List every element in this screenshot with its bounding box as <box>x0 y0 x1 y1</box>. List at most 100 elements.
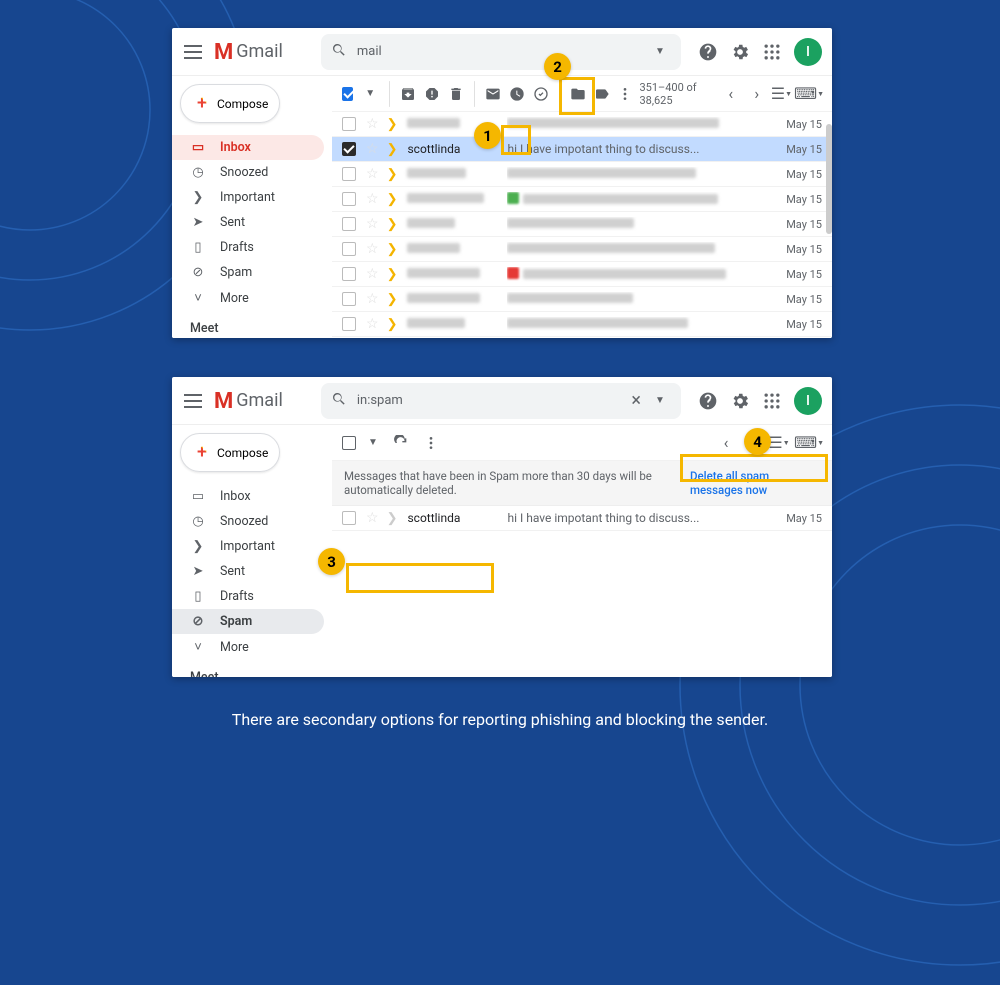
row-checkbox[interactable] <box>342 217 356 231</box>
sidebar: +Compose ▭Inbox◷Snoozed❯Important➤Sent▯D… <box>172 76 332 338</box>
sidebar-item-snoozed[interactable]: ◷Snoozed <box>172 509 324 534</box>
sidebar-item-inbox[interactable]: ▭Inbox <box>172 135 324 160</box>
row-checkbox[interactable] <box>342 192 356 206</box>
mail-row[interactable]: ☆❯May 15 <box>332 162 832 187</box>
mail-row[interactable]: ☆❯May 15 <box>332 212 832 237</box>
compose-button[interactable]: +Compose <box>180 433 280 472</box>
delete-icon[interactable] <box>446 81 466 107</box>
star-icon[interactable]: ☆ <box>366 141 379 157</box>
important-icon[interactable]: ❯ <box>387 142 398 157</box>
row-checkbox[interactable] <box>342 267 356 281</box>
avatar[interactable]: I <box>794 387 822 415</box>
star-icon[interactable]: ☆ <box>366 291 379 307</box>
refresh-icon[interactable] <box>388 430 414 456</box>
search-bar[interactable]: × ▼ <box>321 383 681 419</box>
input-tools-icon[interactable]: ⌨▼ <box>796 81 822 107</box>
mail-row[interactable]: ☆❯scottlindahi I have impotant thing to … <box>332 506 832 531</box>
mail-row[interactable]: ☆❯scottlindahi I have impotant thing to … <box>332 137 832 162</box>
sidebar-item-more[interactable]: ˅More <box>172 634 324 660</box>
apps-icon[interactable] <box>762 42 782 62</box>
snooze-icon[interactable] <box>507 81 527 107</box>
important-icon[interactable]: ❯ <box>387 267 398 282</box>
split-pane-icon[interactable]: ☰▼ <box>771 81 792 107</box>
row-checkbox[interactable] <box>342 142 356 156</box>
more-icon[interactable] <box>418 430 444 456</box>
compose-button[interactable]: +Compose <box>180 84 280 123</box>
row-checkbox[interactable] <box>342 167 356 181</box>
labels-icon[interactable] <box>592 81 612 107</box>
important-icon[interactable]: ❯ <box>387 167 398 182</box>
sidebar-item-drafts[interactable]: ▯Drafts <box>172 235 324 260</box>
prev-page-icon[interactable]: ‹ <box>721 84 741 104</box>
mark-unread-icon[interactable] <box>483 81 503 107</box>
menu-icon[interactable] <box>184 394 204 408</box>
avatar[interactable]: I <box>794 38 822 66</box>
star-icon[interactable]: ☆ <box>366 241 379 257</box>
row-checkbox[interactable] <box>342 317 356 331</box>
star-icon[interactable]: ☆ <box>366 510 379 526</box>
input-tools-icon[interactable]: ⌨▼ <box>796 430 822 456</box>
important-icon[interactable]: ❯ <box>387 217 398 232</box>
add-task-icon[interactable] <box>531 81 551 107</box>
select-all-checkbox[interactable] <box>342 87 353 101</box>
sidebar-item-spam[interactable]: ⊘Spam <box>172 609 324 634</box>
sidebar-item-drafts[interactable]: ▯Drafts <box>172 584 324 609</box>
row-checkbox[interactable] <box>342 292 356 306</box>
settings-icon[interactable] <box>730 42 750 62</box>
settings-icon[interactable] <box>730 391 750 411</box>
important-icon[interactable]: ❯ <box>387 292 398 307</box>
search-options-icon[interactable]: ▼ <box>649 395 671 406</box>
mail-row[interactable]: ☆ ❯ May 15 <box>332 237 832 262</box>
star-icon[interactable]: ☆ <box>366 166 379 182</box>
mail-row[interactable]: ☆❯May 15 <box>332 287 832 312</box>
sidebar-item-important[interactable]: ❯Important <box>172 534 324 559</box>
help-icon[interactable] <box>698 391 718 411</box>
star-icon[interactable]: ☆ <box>366 191 379 207</box>
mail-row[interactable]: ☆❯May 15 <box>332 312 832 337</box>
search-bar[interactable]: ▼ <box>321 34 681 70</box>
sidebar-item-snoozed[interactable]: ◷Snoozed <box>172 160 324 185</box>
archive-icon[interactable] <box>398 81 418 107</box>
prev-page-icon[interactable]: ‹ <box>716 433 736 453</box>
mail-list: ▼ 351–400 of 38,625 ‹› ☰▼ ⌨▼ ☆❯May 15☆❯s… <box>332 76 832 338</box>
clear-search-icon[interactable]: × <box>623 390 649 411</box>
important-icon[interactable]: ❯ <box>387 117 398 132</box>
more-icon[interactable] <box>615 81 635 107</box>
row-checkbox[interactable] <box>342 242 356 256</box>
scrollbar[interactable] <box>826 124 832 234</box>
mail-row[interactable]: ☆❯May 15 <box>332 112 832 137</box>
mail-row[interactable]: ☆ ❯ May 15 <box>332 187 832 212</box>
report-spam-icon[interactable] <box>422 81 442 107</box>
sidebar-item-sent[interactable]: ➤Sent <box>172 559 324 584</box>
sidebar-item-more[interactable]: ˅More <box>172 285 324 311</box>
callout-3: 3 <box>318 548 345 575</box>
apps-icon[interactable] <box>762 391 782 411</box>
important-icon[interactable]: ❯ <box>387 242 398 257</box>
mail-row[interactable]: ☆❯May 15 <box>332 262 832 287</box>
move-to-icon[interactable] <box>568 81 588 107</box>
search-input[interactable] <box>357 44 649 59</box>
star-icon[interactable]: ☆ <box>366 116 379 132</box>
nav-icon: ❯ <box>190 190 206 205</box>
select-all-checkbox[interactable] <box>342 436 356 450</box>
delete-all-spam-link[interactable]: Delete all spam messages now <box>690 469 820 497</box>
star-icon[interactable]: ☆ <box>366 216 379 232</box>
sidebar-item-important[interactable]: ❯Important <box>172 185 324 210</box>
important-icon[interactable]: ❯ <box>387 511 398 526</box>
search-options-icon[interactable]: ▼ <box>649 46 671 57</box>
star-icon[interactable]: ☆ <box>366 266 379 282</box>
star-icon[interactable]: ☆ <box>366 316 379 332</box>
date: May 15 <box>786 243 822 256</box>
sidebar-item-spam[interactable]: ⊘Spam <box>172 260 324 285</box>
menu-icon[interactable] <box>184 45 204 59</box>
sidebar-item-sent[interactable]: ➤Sent <box>172 210 324 235</box>
row-checkbox[interactable] <box>342 511 356 525</box>
help-icon[interactable] <box>698 42 718 62</box>
search-input[interactable] <box>357 393 623 408</box>
important-icon[interactable]: ❯ <box>387 317 398 332</box>
row-checkbox[interactable] <box>342 117 356 131</box>
next-page-icon[interactable]: › <box>747 84 767 104</box>
date: May 15 <box>786 193 822 206</box>
sidebar-item-inbox[interactable]: ▭Inbox <box>172 484 324 509</box>
important-icon[interactable]: ❯ <box>387 192 398 207</box>
